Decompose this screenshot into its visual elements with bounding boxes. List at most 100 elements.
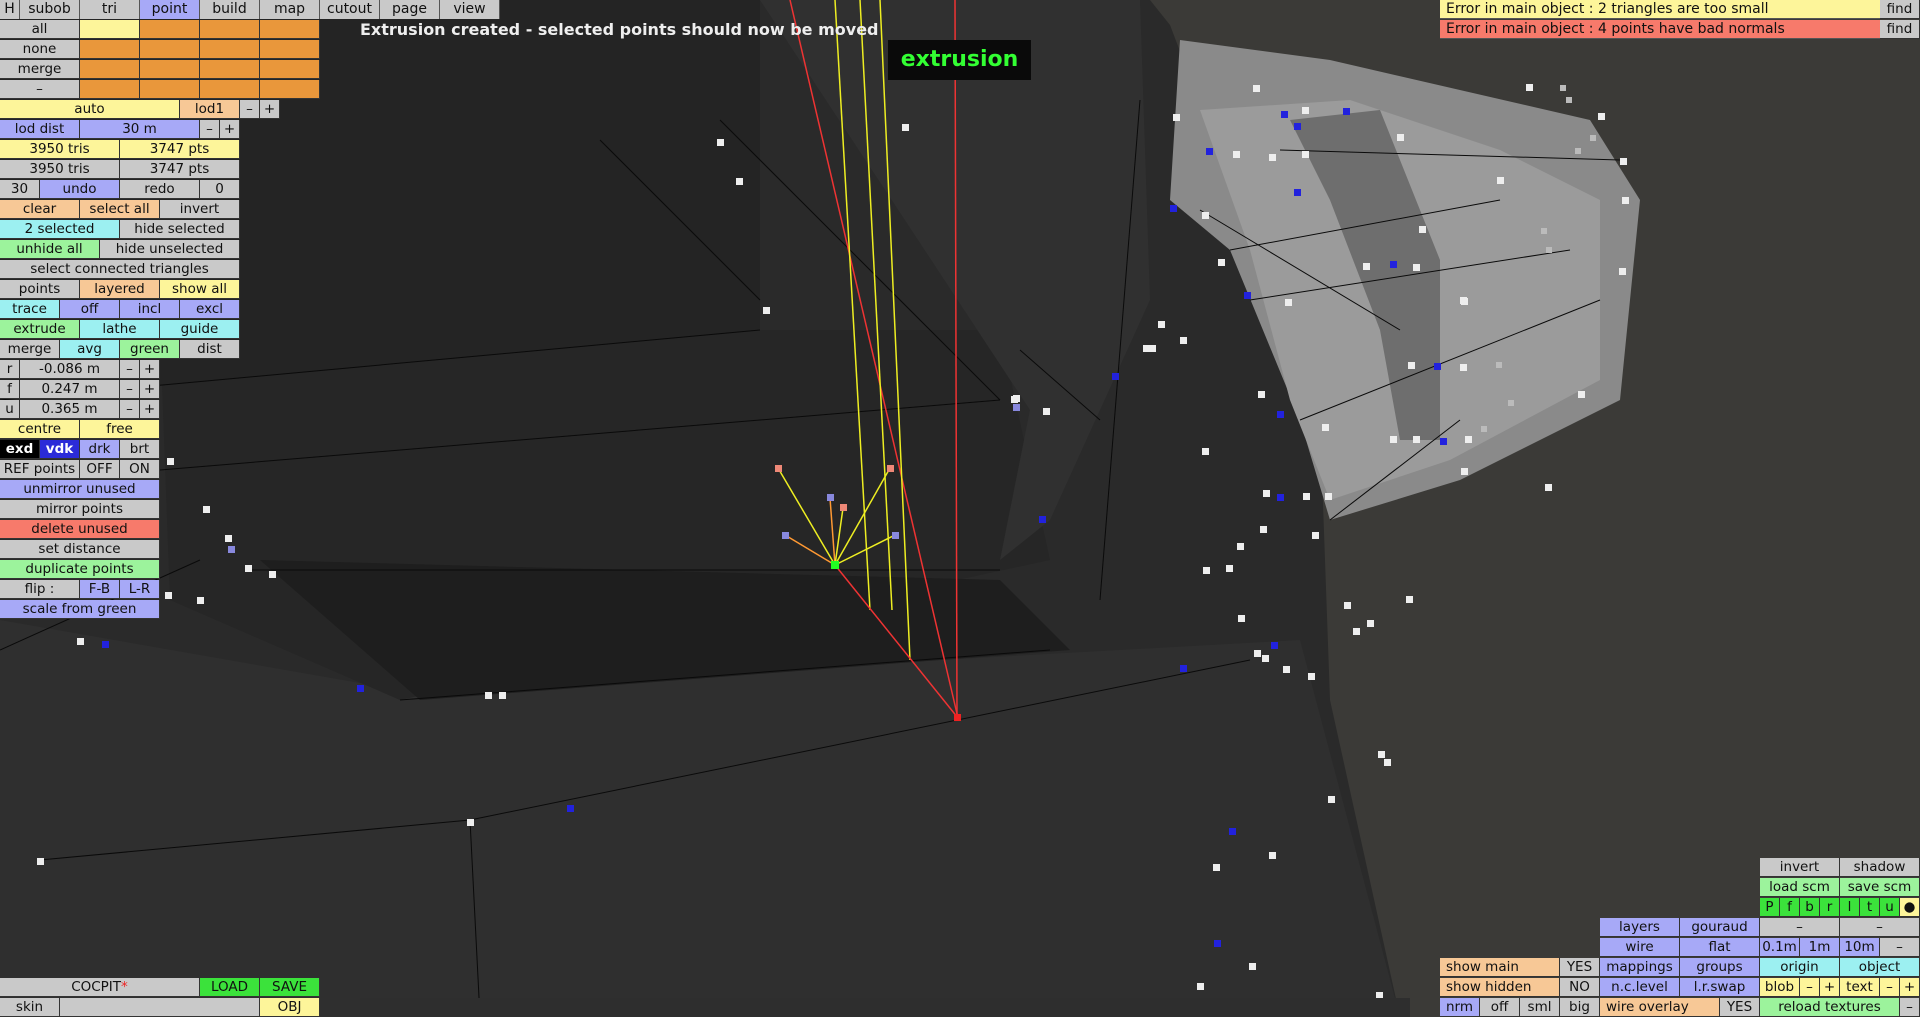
obj-button[interactable]: OBJ <box>260 998 320 1017</box>
gouraud-button[interactable]: gouraud <box>1680 918 1760 937</box>
lr-swap-button[interactable]: l.r.swap <box>1680 978 1760 997</box>
invert-view-button[interactable]: invert <box>1760 858 1840 877</box>
merge-button[interactable]: merge <box>0 60 80 79</box>
find-button[interactable]: find <box>1880 20 1920 39</box>
tab-point[interactable]: point <box>140 0 200 19</box>
trace-button[interactable]: trace <box>0 300 60 319</box>
hide-selected-button[interactable]: hide selected <box>120 220 240 239</box>
select-none-button[interactable]: none <box>0 40 80 59</box>
extrude-button[interactable]: extrude <box>0 320 80 339</box>
guide-button[interactable]: guide <box>160 320 240 339</box>
groups-button[interactable]: groups <box>1680 958 1760 977</box>
lod-auto-button[interactable]: auto <box>0 100 180 119</box>
points-button[interactable]: points <box>0 280 80 299</box>
color-swatch[interactable] <box>140 40 200 59</box>
brt-button[interactable]: brt <box>120 440 160 459</box>
redo-button[interactable]: redo <box>120 180 200 199</box>
find-button[interactable]: find <box>1880 0 1920 19</box>
merge-points-button[interactable]: merge <box>0 340 60 359</box>
lod-minus-button[interactable]: – <box>240 100 260 119</box>
f-plus[interactable]: + <box>140 380 160 399</box>
exd-button[interactable]: exd <box>0 440 40 459</box>
channel-u-button[interactable]: u <box>1880 898 1900 917</box>
tab-view[interactable]: view <box>440 0 500 19</box>
color-swatch[interactable] <box>200 40 260 59</box>
lod-plus-button[interactable]: + <box>260 100 280 119</box>
step-01m-button[interactable]: 0.1m <box>1760 938 1800 957</box>
show-main-toggle[interactable]: YES <box>1560 958 1600 977</box>
unhide-all-button[interactable]: unhide all <box>0 240 100 259</box>
f-value[interactable]: 0.247 m <box>20 380 120 399</box>
scale-from-green-button[interactable]: scale from green <box>0 600 160 619</box>
text-plus-button[interactable]: + <box>1900 978 1920 997</box>
flip-lr-button[interactable]: L-R <box>120 580 160 599</box>
show-all-button[interactable]: show all <box>160 280 240 299</box>
set-distance-button[interactable]: set distance <box>0 540 160 559</box>
tab-h[interactable]: H <box>0 0 20 19</box>
command-bar[interactable] <box>360 998 1410 1017</box>
channel-f-button[interactable]: f <box>1780 898 1800 917</box>
ref-on-button[interactable]: ON <box>120 460 160 479</box>
shadow-button[interactable]: shadow <box>1840 858 1920 877</box>
channel-t-button[interactable]: t <box>1860 898 1880 917</box>
color-swatch[interactable] <box>80 80 140 99</box>
avg-button[interactable]: avg <box>60 340 120 359</box>
skin-field[interactable] <box>60 998 260 1017</box>
flip-fb-button[interactable]: F-B <box>80 580 120 599</box>
wire-overlay-toggle[interactable]: YES <box>1720 998 1760 1017</box>
object-button[interactable]: object <box>1840 958 1920 977</box>
undo-button[interactable]: undo <box>40 180 120 199</box>
normals-off-button[interactable]: off <box>1480 998 1520 1017</box>
tab-cutout[interactable]: cutout <box>320 0 380 19</box>
blob-button[interactable]: blob <box>1760 978 1800 997</box>
color-swatch[interactable] <box>260 60 320 79</box>
dist-button[interactable]: dist <box>180 340 240 359</box>
nc-level-button[interactable]: n.c.level <box>1600 978 1680 997</box>
flat-button[interactable]: flat <box>1680 938 1760 957</box>
color-swatch[interactable] <box>80 60 140 79</box>
u-value[interactable]: 0.365 m <box>20 400 120 419</box>
vdk-button[interactable]: vdk <box>40 440 80 459</box>
show-hidden-toggle[interactable]: NO <box>1560 978 1600 997</box>
mirror-points-button[interactable]: mirror points <box>0 500 160 519</box>
u-minus[interactable]: – <box>120 400 140 419</box>
color-swatch[interactable] <box>80 20 140 39</box>
skin-button[interactable]: skin <box>0 998 60 1017</box>
dash-button[interactable]: – <box>1840 918 1920 937</box>
color-swatch[interactable] <box>200 80 260 99</box>
color-swatch[interactable] <box>260 20 320 39</box>
color-swatch[interactable] <box>200 20 260 39</box>
text-minus-button[interactable]: – <box>1880 978 1900 997</box>
object-name[interactable]: COCPIT* <box>0 978 200 997</box>
dash-button[interactable]: – <box>0 80 80 99</box>
color-swatch[interactable] <box>80 40 140 59</box>
dash-button[interactable]: – <box>1760 918 1840 937</box>
save-scm-button[interactable]: save scm <box>1840 878 1920 897</box>
hide-unselected-button[interactable]: hide unselected <box>100 240 240 259</box>
step-10m-button[interactable]: 10m <box>1840 938 1880 957</box>
text-button[interactable]: text <box>1840 978 1880 997</box>
lod-dist-minus[interactable]: – <box>200 120 220 139</box>
select-all-button[interactable]: all <box>0 20 80 39</box>
normals-sml-button[interactable]: sml <box>1520 998 1560 1017</box>
viewport-3d[interactable] <box>0 0 1920 1017</box>
centre-button[interactable]: centre <box>0 420 80 439</box>
select-all-points-button[interactable]: select all <box>80 200 160 219</box>
green-button[interactable]: green <box>120 340 180 359</box>
tab-page[interactable]: page <box>380 0 440 19</box>
blob-plus-button[interactable]: + <box>1820 978 1840 997</box>
dot-icon[interactable]: ● <box>1900 898 1920 917</box>
tab-tri[interactable]: tri <box>80 0 140 19</box>
free-button[interactable]: free <box>80 420 160 439</box>
channel-b-button[interactable]: b <box>1800 898 1820 917</box>
reload-textures-button[interactable]: reload textures <box>1760 998 1900 1017</box>
load-button[interactable]: LOAD <box>200 978 260 997</box>
incl-button[interactable]: incl <box>120 300 180 319</box>
unmirror-unused-button[interactable]: unmirror unused <box>0 480 160 499</box>
lod-dist-value[interactable]: 30 m <box>80 120 200 139</box>
tab-build[interactable]: build <box>200 0 260 19</box>
u-plus[interactable]: + <box>140 400 160 419</box>
excl-button[interactable]: excl <box>180 300 240 319</box>
ref-off-button[interactable]: OFF <box>80 460 120 479</box>
tab-map[interactable]: map <box>260 0 320 19</box>
